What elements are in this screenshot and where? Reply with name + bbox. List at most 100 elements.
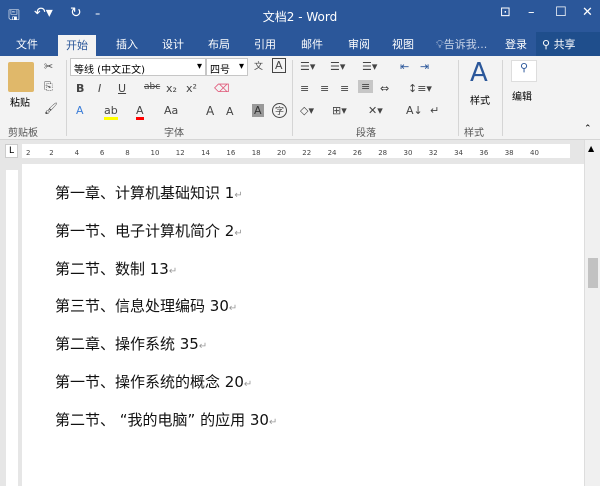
shading-icon[interactable]: ◇▾	[300, 104, 314, 117]
tab-references[interactable]: 引用	[254, 36, 276, 52]
enclose-characters-button[interactable]: 字	[272, 103, 288, 118]
align-right-icon[interactable]: ≡	[340, 82, 349, 95]
format-painter-icon[interactable]: 🖌︎	[44, 102, 58, 115]
tell-me-box[interactable]: 💡︎告诉我...	[436, 36, 487, 52]
clear-formatting-icon[interactable]: ⌫	[214, 82, 230, 95]
shrink-font-button[interactable]: A	[226, 105, 234, 118]
tab-design[interactable]: 设计	[162, 36, 184, 52]
toc-line-text: 第二节、 “我的电脑” 的应用 30	[55, 410, 269, 429]
paragraph-mark: ↵	[243, 379, 253, 390]
text-effects-icon[interactable]: A	[76, 104, 84, 117]
search-icon[interactable]: ⚲	[511, 60, 537, 82]
share-button[interactable]: ⚲ 共享	[536, 32, 600, 56]
highlight-icon[interactable]: ab	[104, 104, 118, 120]
ruler-tick-label: 2	[49, 149, 54, 157]
horizontal-ruler: L 2 2 4 6 8 10 12 14 16 18 20 22 24 26 28 30 32 34 36 38 40	[0, 140, 600, 164]
paragraph-mark: ↵	[198, 341, 208, 353]
change-case-button[interactable]: Aa	[164, 104, 178, 117]
person-icon: ⚲	[542, 38, 554, 51]
styles-button[interactable]: 样式	[470, 92, 490, 107]
paragraph-mark: ↵	[234, 227, 243, 239]
toc-line[interactable]: 第二章、操作系统 35↵	[55, 333, 207, 354]
document-page[interactable]: 第一章、计算机基础知识 1↵ 第一节、电子计算机简介 2↵ 第二节、数制 13↵ 第三…	[22, 164, 584, 486]
character-shading-button[interactable]: A	[252, 104, 264, 117]
align-center-icon[interactable]: ≡	[320, 82, 329, 95]
grow-font-button[interactable]: A	[206, 104, 214, 118]
scroll-up-icon[interactable]: ▲	[588, 144, 594, 153]
strikethrough-button[interactable]: abc	[144, 82, 160, 92]
show-marks-icon[interactable]: ↵	[430, 104, 439, 117]
bold-button[interactable]: B	[76, 82, 84, 95]
justify-icon[interactable]: ≡	[358, 80, 374, 93]
ribbon-tabs: 文件 开始 插入 设计 布局 引用 邮件 审阅 视图 💡︎告诉我... 登录 ⚲…	[0, 32, 600, 56]
underline-button[interactable]: U	[118, 82, 126, 95]
toc-line[interactable]: 第三节、信息处理编码 30↵	[55, 295, 237, 316]
vertical-scrollbar[interactable]: ▲	[584, 140, 600, 486]
toc-line-text: 第二章、操作系统 35	[55, 335, 199, 354]
phonetic-guide-icon[interactable]: 文	[254, 59, 263, 72]
clipboard-group-label: 剪贴板	[8, 128, 38, 139]
copy-icon[interactable]: ⎘	[44, 80, 53, 94]
close-icon[interactable]: ✕	[582, 5, 593, 20]
font-name-select[interactable]: 等线 (中文正文) ▾	[70, 58, 206, 76]
italic-button[interactable]: I	[98, 82, 101, 95]
tab-insert[interactable]: 插入	[116, 36, 138, 52]
toc-line[interactable]: 第一节、操作系统的概念 20↵	[55, 371, 252, 392]
tell-me-label: 告诉我...	[443, 38, 488, 51]
styles-icon[interactable]: A	[470, 58, 488, 88]
borders-icon[interactable]: ⊞▾	[332, 104, 347, 117]
ruler-bar[interactable]: 2 2 4 6 8 10 12 14 16 18 20 22 24 26 28 30 32 34 36 38 40	[22, 144, 570, 158]
tab-file[interactable]: 文件	[16, 36, 38, 52]
toc-line-text: 第二节、数制 13	[55, 259, 169, 278]
ruler-tick-label: 28	[378, 149, 388, 157]
ruler-tick-label: 36	[479, 149, 489, 157]
ruler-tick-label: 4	[74, 149, 80, 157]
align-left-icon[interactable]: ≡	[300, 82, 309, 95]
tab-layout[interactable]: 布局	[208, 36, 230, 52]
bullets-icon[interactable]: ☰▾	[300, 60, 315, 73]
toc-line[interactable]: 第二节、数制 13↵	[55, 258, 177, 279]
paste-icon[interactable]	[8, 62, 34, 92]
chevron-down-icon: ▾	[238, 61, 244, 72]
ruler-tick-label: 24	[327, 149, 337, 157]
ruler-tick-label: 22	[302, 149, 312, 157]
sign-in-link[interactable]: 登录	[505, 36, 527, 52]
cut-icon[interactable]: ✂	[44, 60, 53, 73]
paste-button[interactable]: 粘贴	[10, 94, 30, 109]
ruler-tick-label: 10	[150, 149, 160, 157]
tab-view[interactable]: 视图	[392, 36, 414, 52]
sort-icon[interactable]: A↓	[406, 104, 423, 117]
tab-home[interactable]: 开始	[58, 35, 96, 56]
subscript-button[interactable]: x₂	[166, 82, 177, 95]
tab-review[interactable]: 审阅	[348, 36, 370, 52]
font-color-icon[interactable]: A	[136, 104, 144, 120]
font-size-value: 四号	[210, 65, 230, 76]
scroll-thumb[interactable]	[588, 258, 598, 288]
toc-line[interactable]: 第二节、 “我的电脑” 的应用 30↵	[55, 409, 277, 430]
distributed-icon[interactable]: ⇔	[380, 82, 389, 95]
line-spacing-icon[interactable]: ↕≡▾	[408, 82, 432, 95]
decrease-indent-icon[interactable]: ⇤	[400, 60, 409, 73]
styles-group-label: 样式	[464, 128, 484, 139]
tab-mailings[interactable]: 邮件	[301, 36, 323, 52]
character-border-icon[interactable]: A	[272, 58, 286, 73]
toc-line-text: 第一节、电子计算机简介 2	[55, 221, 235, 240]
maximize-icon[interactable]: ☐	[555, 5, 567, 20]
multilevel-list-icon[interactable]: ☰▾	[362, 60, 377, 73]
share-label: 共享	[553, 38, 576, 51]
font-group-label: 字体	[164, 128, 184, 139]
numbering-icon[interactable]: ☰▾	[330, 60, 345, 73]
chinese-layout-icon[interactable]: ✕▾	[368, 104, 383, 117]
font-size-select[interactable]: 四号 ▾	[206, 58, 248, 76]
ribbon-display-icon[interactable]: ⊡	[500, 5, 511, 20]
increase-indent-icon[interactable]: ⇥	[420, 60, 429, 73]
editing-button[interactable]: 编辑	[512, 88, 532, 103]
toc-line[interactable]: 第一节、电子计算机简介 2↵	[55, 220, 243, 241]
minimize-icon[interactable]: –	[528, 5, 535, 20]
ruler-tick-label: 32	[428, 149, 438, 157]
ruler-tick-label: 18	[251, 149, 261, 157]
superscript-button[interactable]: x²	[186, 82, 197, 95]
collapse-ribbon-icon[interactable]: ⌃	[584, 124, 592, 134]
toc-line[interactable]: 第一章、计算机基础知识 1↵	[55, 182, 243, 203]
tab-selector[interactable]: L	[5, 144, 19, 158]
